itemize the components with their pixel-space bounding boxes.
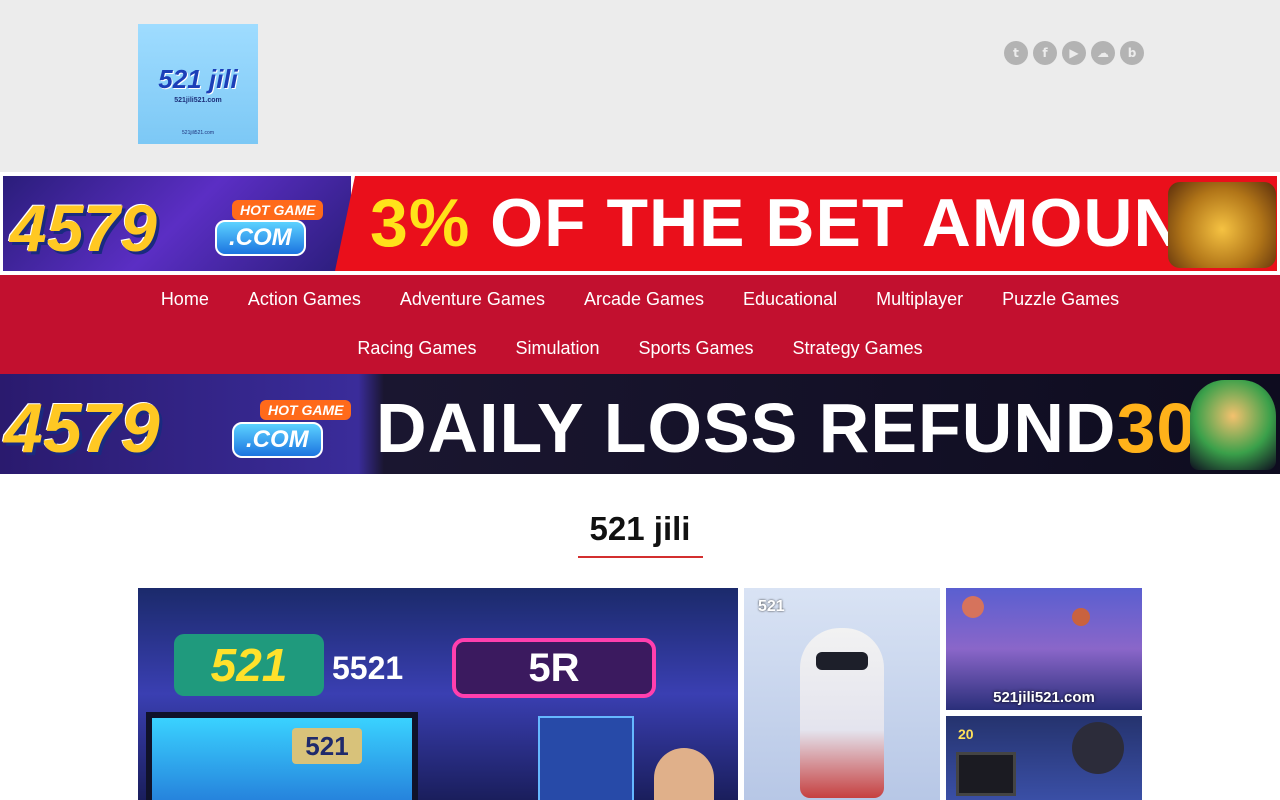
sign-5r: 5R bbox=[452, 638, 656, 698]
banner-dotcom: .COM bbox=[232, 422, 323, 458]
image-number: 20 bbox=[958, 726, 974, 742]
youtube-icon[interactable]: ▶ bbox=[1062, 41, 1086, 65]
nav-row: Racing Games Simulation Sports Games Str… bbox=[0, 338, 1280, 359]
facebook-icon[interactable]: f bbox=[1033, 41, 1057, 65]
post-image-gamer[interactable]: 20 bbox=[946, 716, 1142, 800]
nav-row: Home Action Games Adventure Games Arcade… bbox=[0, 289, 1280, 310]
monitor-screen: 521 bbox=[146, 712, 418, 800]
vr-headset-icon bbox=[816, 652, 868, 670]
twitter-icon[interactable]: t bbox=[1004, 41, 1028, 65]
soundcloud-icon[interactable]: ☁ bbox=[1091, 41, 1115, 65]
nav-action-games[interactable]: Action Games bbox=[228, 289, 380, 310]
logo-footer: 521jili521.com bbox=[182, 130, 214, 136]
nav-sports-games[interactable]: Sports Games bbox=[619, 338, 773, 359]
nav-educational[interactable]: Educational bbox=[724, 289, 857, 310]
section-title: 521 jili bbox=[589, 510, 691, 547]
nav-adventure-games[interactable]: Adventure Games bbox=[380, 289, 564, 310]
ball-icon bbox=[1072, 608, 1090, 626]
banner-dotcom: .COM bbox=[215, 220, 306, 256]
sign-521: 521 bbox=[174, 634, 324, 696]
nav-home[interactable]: Home bbox=[141, 289, 228, 310]
headset-icon bbox=[1072, 722, 1124, 774]
promo-banner-bottom[interactable]: 4579 HOT GAME .COM DAILY LOSS REFUND30% bbox=[0, 374, 1280, 474]
image-tag: 521 bbox=[758, 598, 785, 615]
nav-puzzle-games[interactable]: Puzzle Games bbox=[983, 289, 1139, 310]
character-icon bbox=[1190, 380, 1276, 470]
banner-brand: 4579 bbox=[10, 191, 157, 265]
nav-racing-games[interactable]: Racing Games bbox=[338, 338, 496, 359]
logo-text: 521 jili bbox=[158, 64, 238, 94]
wall-panel bbox=[538, 716, 634, 800]
banner-slogan-text: OF THE BET AMOUNT bbox=[470, 185, 1227, 261]
person-silhouette bbox=[654, 748, 714, 800]
banner-slogan: DAILY LOSS REFUND30% bbox=[376, 388, 1260, 468]
ball-icon bbox=[962, 596, 984, 618]
post-image-arena[interactable]: 521jili521.com bbox=[946, 588, 1142, 710]
main-nav: Home Action Games Adventure Games Arcade… bbox=[0, 275, 1280, 374]
image-caption: 521jili521.com bbox=[993, 689, 1095, 706]
site-header: 521 jili 521jili521.com 521jili521.com t… bbox=[0, 0, 1280, 172]
site-logo[interactable]: 521 jili 521jili521.com 521jili521.com bbox=[138, 24, 258, 144]
banner-slogan-highlight: 3% bbox=[370, 185, 471, 261]
monitor-icon bbox=[956, 752, 1016, 796]
featured-post-image[interactable]: 521 5521 5R 521 bbox=[138, 588, 738, 800]
banner-hot-badge: HOT GAME bbox=[232, 200, 324, 220]
post-image-vr-player[interactable]: 521 bbox=[744, 588, 940, 800]
banner-brand: 4579 bbox=[4, 389, 160, 467]
social-links: t f ▶ ☁ b bbox=[1004, 41, 1144, 65]
screen-badge: 521 bbox=[292, 728, 362, 764]
nav-strategy-games[interactable]: Strategy Games bbox=[773, 338, 942, 359]
nav-multiplayer[interactable]: Multiplayer bbox=[857, 289, 983, 310]
nav-arcade-games[interactable]: Arcade Games bbox=[564, 289, 723, 310]
banner-slogan-text: DAILY LOSS REFUND bbox=[376, 389, 1117, 467]
sign-5521: 5521 bbox=[332, 650, 404, 686]
logo-domain: 521jili521.com bbox=[174, 97, 222, 104]
banner-hot-badge: HOT GAME bbox=[260, 400, 352, 420]
nav-simulation[interactable]: Simulation bbox=[496, 338, 619, 359]
title-underline bbox=[578, 556, 703, 558]
promo-banner-top[interactable]: 4579 HOT GAME .COM 3% OF THE BET AMOUNT bbox=[0, 174, 1280, 273]
blogger-icon[interactable]: b bbox=[1120, 41, 1144, 65]
slot-machine-icon bbox=[1168, 182, 1276, 268]
banner-slogan: 3% OF THE BET AMOUNT bbox=[370, 184, 1226, 262]
